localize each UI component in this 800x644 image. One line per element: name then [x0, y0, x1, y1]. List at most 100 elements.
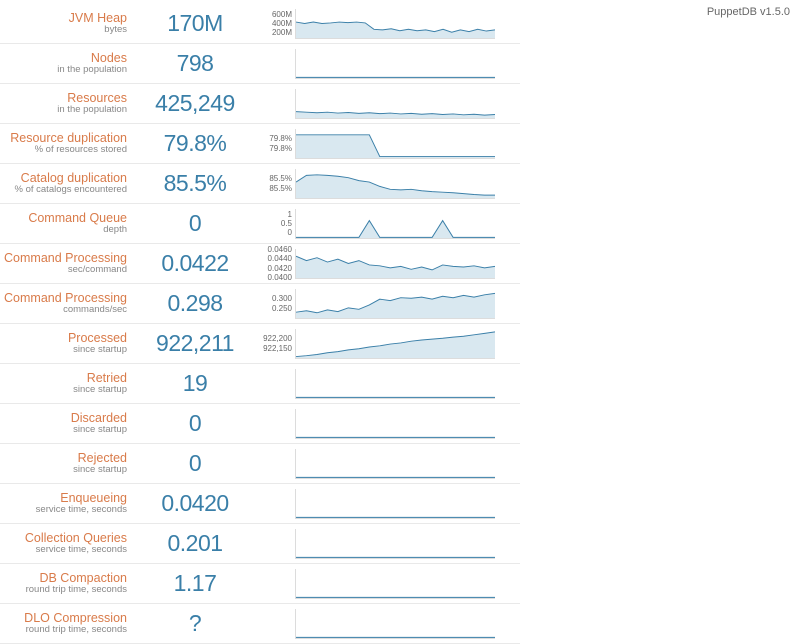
metric-subtitle: in the population: [0, 105, 127, 115]
yaxis-tick: 85.5%: [255, 184, 292, 193]
yaxis-tick: 85.5%: [255, 174, 292, 183]
metric-subtitle: service time, seconds: [0, 545, 127, 555]
metric-subtitle: round trip time, seconds: [0, 585, 127, 595]
sparkline-yaxis: 10.50: [255, 210, 295, 238]
yaxis-tick: 0.0400: [255, 273, 292, 282]
metric-label: Retriedsince startup: [0, 372, 135, 395]
metric-subtitle: % of resources stored: [0, 145, 127, 155]
sparkline-chart: [295, 9, 495, 39]
metric-row: JVM Heapbytes170M600M400M200M: [0, 4, 520, 44]
metric-label: Processedsince startup: [0, 332, 135, 355]
metric-value: 19: [135, 370, 255, 397]
metric-subtitle: since startup: [0, 385, 127, 395]
metric-value: 0: [135, 410, 255, 437]
metric-row: Retriedsince startup19: [0, 364, 520, 404]
metric-value: 0.298: [135, 290, 255, 317]
metric-label: Resource duplication% of resources store…: [0, 132, 135, 155]
sparkline-yaxis: 79.8%79.8%: [255, 134, 295, 152]
sparkline-chart: [295, 289, 495, 319]
metric-subtitle: commands/sec: [0, 305, 127, 315]
yaxis-tick: 400M: [255, 19, 292, 28]
sparkline-chart: [295, 129, 495, 159]
metric-row: Processedsince startup922,211922,200922,…: [0, 324, 520, 364]
metric-row: DB Compactionround trip time, seconds1.1…: [0, 564, 520, 604]
metrics-table: JVM Heapbytes170M600M400M200MNodesin the…: [0, 4, 520, 644]
metric-row: Nodesin the population798: [0, 44, 520, 84]
metric-value: 0: [135, 210, 255, 237]
yaxis-tick: 0.0460: [255, 245, 292, 254]
sparkline-yaxis: 922,200922,150: [255, 334, 295, 352]
metric-value: 425,249: [135, 90, 255, 117]
metric-value: 922,211: [135, 330, 255, 357]
metric-value: 1.17: [135, 570, 255, 597]
sparkline-chart: [295, 449, 495, 479]
yaxis-tick: 1: [255, 210, 292, 219]
version-label: PuppetDB v1.5.0: [707, 6, 790, 18]
metric-label: Collection Queriesservice time, seconds: [0, 532, 135, 555]
yaxis-tick: 0.250: [255, 304, 292, 313]
metric-label: JVM Heapbytes: [0, 12, 135, 35]
metric-row: Rejectedsince startup0: [0, 444, 520, 484]
metric-row: Resourcesin the population425,249: [0, 84, 520, 124]
sparkline-chart: [295, 489, 495, 519]
metric-subtitle: since startup: [0, 345, 127, 355]
metric-subtitle: depth: [0, 225, 127, 235]
metric-subtitle: bytes: [0, 25, 127, 35]
metric-value: 0.201: [135, 530, 255, 557]
yaxis-tick: 79.8%: [255, 144, 292, 153]
sparkline-chart: [295, 249, 495, 279]
metric-subtitle: sec/command: [0, 265, 127, 275]
yaxis-tick: 0.300: [255, 294, 292, 303]
metric-row: Discardedsince startup0: [0, 404, 520, 444]
metric-subtitle: round trip time, seconds: [0, 625, 127, 635]
sparkline-chart: [295, 329, 495, 359]
sparkline-chart: [295, 529, 495, 559]
sparkline-yaxis: 85.5%85.5%: [255, 174, 295, 192]
yaxis-tick: 0.0420: [255, 264, 292, 273]
sparkline-yaxis: 0.04600.04400.04200.0400: [255, 245, 295, 282]
metric-label: Discardedsince startup: [0, 412, 135, 435]
metric-value: 798: [135, 50, 255, 77]
yaxis-tick: 600M: [255, 10, 292, 19]
metric-label: Resourcesin the population: [0, 92, 135, 115]
metric-subtitle: service time, seconds: [0, 505, 127, 515]
yaxis-tick: 0.0440: [255, 254, 292, 263]
metric-value: ?: [135, 610, 255, 637]
metric-row: DLO Compressionround trip time, seconds?: [0, 604, 520, 644]
metric-row: Command Processingsec/command0.04220.046…: [0, 244, 520, 284]
metric-row: Catalog duplication% of catalogs encount…: [0, 164, 520, 204]
metric-subtitle: since startup: [0, 465, 127, 475]
metric-row: Collection Queriesservice time, seconds0…: [0, 524, 520, 564]
metric-subtitle: since startup: [0, 425, 127, 435]
metric-label: Rejectedsince startup: [0, 452, 135, 475]
sparkline-chart: [295, 89, 495, 119]
metric-title: DLO Compression: [0, 612, 127, 625]
sparkline-chart: [295, 409, 495, 439]
metric-label: Command Queuedepth: [0, 212, 135, 235]
sparkline-chart: [295, 569, 495, 599]
metric-row: Enqueueingservice time, seconds0.0420: [0, 484, 520, 524]
metric-value: 0: [135, 450, 255, 477]
metric-label: Enqueueingservice time, seconds: [0, 492, 135, 515]
metric-subtitle: % of catalogs encountered: [0, 185, 127, 195]
metric-value: 0.0420: [135, 490, 255, 517]
metric-row: Command Queuedepth010.50: [0, 204, 520, 244]
yaxis-tick: 922,150: [255, 344, 292, 353]
yaxis-tick: 200M: [255, 28, 292, 37]
yaxis-tick: 0.5: [255, 219, 292, 228]
sparkline-chart: [295, 49, 495, 79]
metric-value: 79.8%: [135, 130, 255, 157]
metric-value: 0.0422: [135, 250, 255, 277]
metric-row: Command Processingcommands/sec0.2980.300…: [0, 284, 520, 324]
yaxis-tick: 79.8%: [255, 134, 292, 143]
sparkline-chart: [295, 609, 495, 639]
metric-subtitle: in the population: [0, 65, 127, 75]
sparkline-chart: [295, 169, 495, 199]
sparkline-chart: [295, 369, 495, 399]
metric-label: Catalog duplication% of catalogs encount…: [0, 172, 135, 195]
metric-row: Resource duplication% of resources store…: [0, 124, 520, 164]
metric-value: 85.5%: [135, 170, 255, 197]
metric-label: Command Processingsec/command: [0, 252, 135, 275]
metric-label: DLO Compressionround trip time, seconds: [0, 612, 135, 635]
metric-value: 170M: [135, 10, 255, 37]
